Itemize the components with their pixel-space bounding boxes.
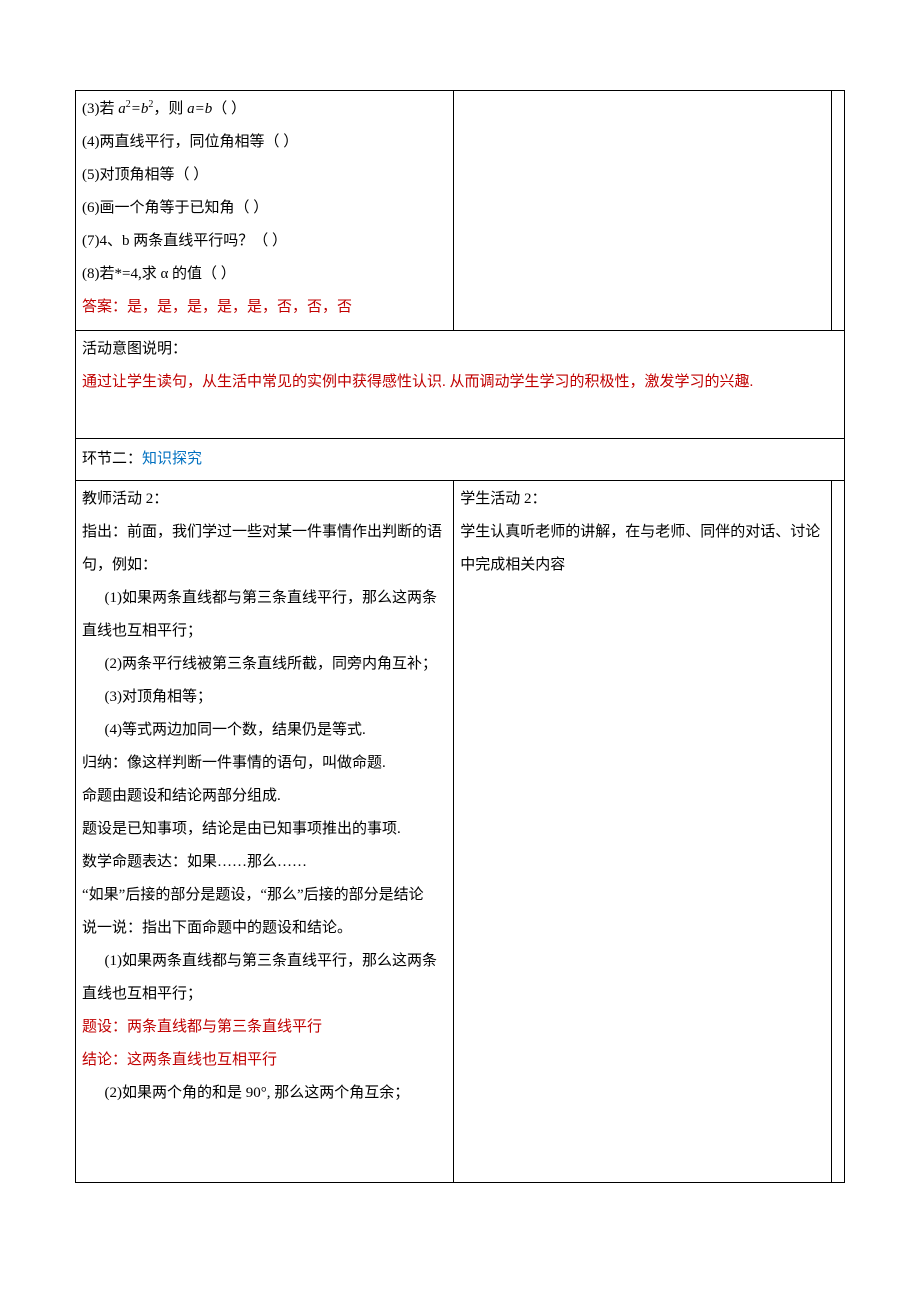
q3-h: （ ） xyxy=(212,101,246,117)
student-title: 学生活动 2： xyxy=(460,483,825,516)
q3-b: a xyxy=(118,101,126,117)
teacher-i4: (4)等式两边加同一个数，结果仍是等式. xyxy=(82,714,447,747)
teacher-i3: (3)对顶角相等； xyxy=(82,681,447,714)
cell-student-activity: 学生活动 2： 学生认真听老师的讲解，在与老师、同伴的对话、讨论中完成相关内容 xyxy=(454,481,832,1183)
q3-a: (3)若 xyxy=(82,101,118,117)
cell-activity-intent: 活动意图说明： 通过让学生读句，从生活中常见的实例中获得感性认识. 从而调动学生… xyxy=(76,331,845,439)
q5-line: (5)对顶角相等（ ） xyxy=(82,159,447,192)
teacher-p4: 题设是已知事项，结论是由已知事项推出的事项. xyxy=(82,813,447,846)
teacher-s2: (2)如果两个角的和是 90°, 那么这两个角互余； xyxy=(82,1077,447,1110)
cell-teacher-activity: 教师活动 2： 指出：前面，我们学过一些对某一件事情作出判断的语句，例如： (1… xyxy=(76,481,454,1183)
q3-d: =b xyxy=(131,101,149,117)
q3-f: ，则 xyxy=(153,101,187,117)
teacher-a2: 结论：这两条直线也互相平行 xyxy=(82,1044,447,1077)
cell-strip-2 xyxy=(832,481,845,1183)
cell-empty-right xyxy=(454,91,832,331)
q8-line: (8)若*=4,求 α 的值（ ） xyxy=(82,258,447,291)
teacher-i1: (1)如果两条直线都与第三条直线平行，那么这两条直线也互相平行； xyxy=(82,582,447,648)
cell-strip-1 xyxy=(832,91,845,331)
teacher-p2: 归纳：像这样判断一件事情的语句，叫做命题. xyxy=(82,747,447,780)
teacher-p1: 指出：前面，我们学过一些对某一件事情作出判断的语句，例如： xyxy=(82,516,447,582)
teacher-p5: 数学命题表达：如果……那么…… xyxy=(82,846,447,879)
teacher-s1: (1)如果两条直线都与第三条直线平行，那么这两条直线也互相平行； xyxy=(82,945,447,1011)
q4-line: (4)两直线平行，同位角相等（ ） xyxy=(82,126,447,159)
cell-section-header: 环节二：知识探究 xyxy=(76,439,845,481)
teacher-i2: (2)两条平行线被第三条直线所截，同旁内角互补； xyxy=(82,648,447,681)
section-lead: 环节二： xyxy=(82,451,142,467)
section-title: 知识探究 xyxy=(142,451,202,467)
teacher-title: 教师活动 2： xyxy=(82,483,447,516)
teacher-p6: “如果”后接的部分是题设，“那么”后接的部分是结论 xyxy=(82,879,447,912)
q3-line: (3)若 a2=b2，则 a=b（ ） xyxy=(82,93,447,126)
q6-line: (6)画一个角等于已知角（ ） xyxy=(82,192,447,225)
intent-title: 活动意图说明： xyxy=(82,333,838,366)
intent-body: 通过让学生读句，从生活中常见的实例中获得感性认识. 从而调动学生学习的积极性，激… xyxy=(82,366,838,399)
teacher-p7: 说一说：指出下面命题中的题设和结论。 xyxy=(82,912,447,945)
cell-questions: (3)若 a2=b2，则 a=b（ ） (4)两直线平行，同位角相等（ ） (5… xyxy=(76,91,454,331)
q3-g: a=b xyxy=(187,101,212,117)
teacher-a1: 题设：两条直线都与第三条直线平行 xyxy=(82,1011,447,1044)
teacher-p3: 命题由题设和结论两部分组成. xyxy=(82,780,447,813)
student-body: 学生认真听老师的讲解，在与老师、同伴的对话、讨论中完成相关内容 xyxy=(460,516,825,582)
q7-line: (7)4、b 两条直线平行吗？（ ） xyxy=(82,225,447,258)
answers-line: 答案：是，是，是，是，是，否，否，否 xyxy=(82,291,447,324)
